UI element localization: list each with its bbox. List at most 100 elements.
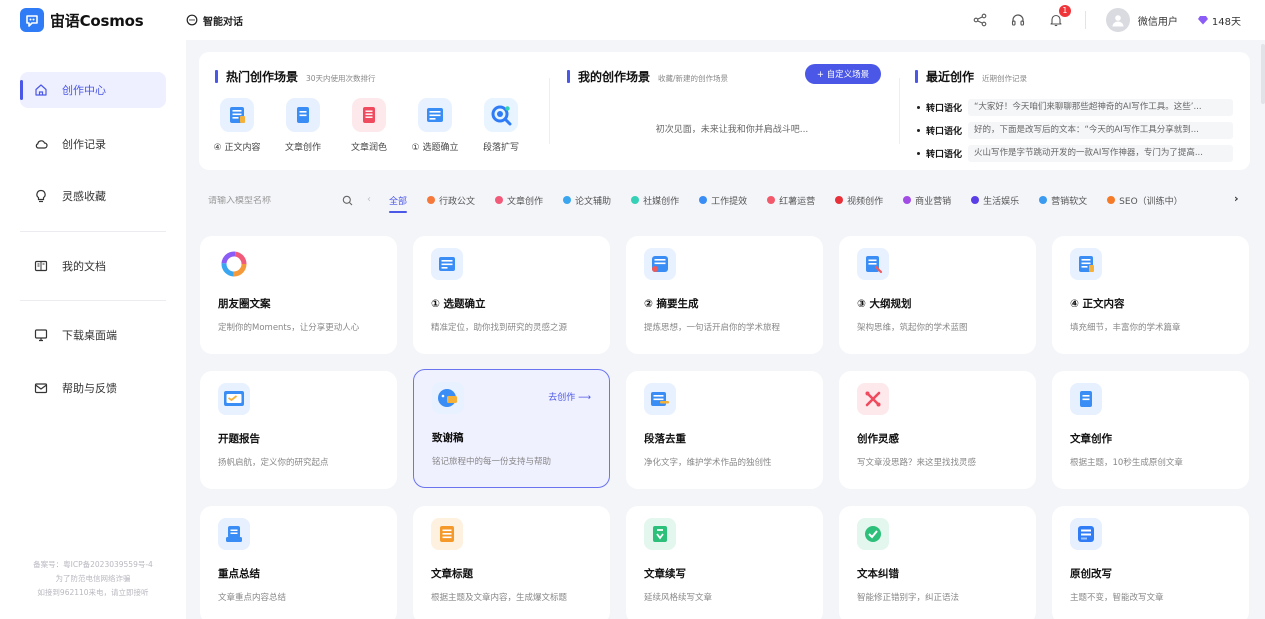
panel-divider (899, 78, 900, 144)
category-tab[interactable]: 商业营销 (903, 193, 951, 207)
card-title: 文章创作 (1070, 433, 1112, 445)
category-tab[interactable]: 文章创作 (495, 193, 543, 207)
card-desc: 扬帆启航，定义你的研究起点 (218, 458, 329, 468)
scene-card[interactable]: 原创改写 主题不变，智能改写文章 (1052, 506, 1249, 619)
scene-card[interactable]: 文本纠错 智能修正错别字，纠正语法 (839, 506, 1036, 619)
report-icon (218, 383, 250, 415)
thanks-icon (432, 382, 464, 414)
panel-divider (549, 78, 550, 144)
sidebar-item-favorites[interactable]: 灵感收藏 (20, 178, 166, 214)
category-tabs: 全部 行政公文 文章创作 论文辅助 社媒创作 工作提效 红薯运营 视频创作 商业… (389, 193, 1183, 213)
sidebar-divider (20, 231, 166, 232)
card-desc: 架构思维，筑起你的学术蓝图 (857, 323, 968, 333)
hot-scene-item[interactable]: ① 选题确立 (411, 98, 459, 153)
scene-card[interactable]: ② 摘要生成 提炼思想，一句话开启你的学术旅程 (626, 236, 823, 354)
book-icon (34, 260, 48, 272)
category-tab[interactable]: 红薯运营 (767, 193, 815, 207)
hot-scene-item[interactable]: 文章创作 (279, 98, 327, 153)
card-title: 文章标题 (431, 568, 473, 580)
sidebar-item-my-docs[interactable]: 我的文档 (20, 248, 166, 284)
document-icon (644, 248, 676, 280)
icp-notice: 备案号：粤ICP备2023039559号-4 为了防范电信网络诈骗 如接到962… (14, 558, 172, 600)
category-tab[interactable]: 工作提效 (699, 193, 747, 207)
category-tab[interactable]: 行政公文 (427, 193, 475, 207)
category-tab[interactable]: SEO（训练中） (1107, 193, 1183, 207)
sidebar-item-help[interactable]: 帮助与反馈 (20, 370, 166, 406)
icp-line[interactable]: 备案号：粤ICP备2023039559号-4 (14, 558, 172, 572)
dot-icon (971, 196, 980, 204)
scene-card[interactable]: 创作灵感 写文章没思路？来这里找找灵感 (839, 371, 1036, 489)
user-menu[interactable]: 微信用户 (1105, 8, 1178, 32)
rewrite-icon (1070, 518, 1102, 550)
scene-card[interactable]: 开题报告 扬帆启航，定义你的研究起点 (200, 371, 397, 489)
card-desc: 精准定位，助你找到研究的灵感之源 (431, 323, 568, 333)
scene-card[interactable]: 文章创作 根据主题，10秒生成原创文章 (1052, 371, 1249, 489)
avatar (1105, 8, 1130, 32)
hot-scene-item[interactable]: 文章润色 (345, 98, 393, 153)
card-desc: 根据主题，10秒生成原创文章 (1070, 458, 1183, 468)
icp-line: 为了防范电信网络诈骗 (55, 574, 131, 583)
document-icon (857, 248, 889, 280)
share-icon[interactable] (971, 11, 989, 29)
bell-icon[interactable]: 1 (1047, 5, 1071, 29)
category-tab[interactable]: 营销软文 (1039, 193, 1087, 207)
search-input[interactable] (208, 196, 332, 206)
sidebar-item-download[interactable]: 下载桌面端 (20, 317, 166, 353)
search-icon[interactable] (342, 195, 353, 206)
chevron-left-icon[interactable]: ‹ (367, 194, 371, 205)
hot-scene-item[interactable]: 段落扩写 (477, 98, 525, 153)
recent-item[interactable]: 转口语化 “大家好！今天咱们来聊聊那些超神奇的AI写作工具。这些’... (915, 96, 1233, 119)
dot-icon (563, 196, 572, 204)
scene-card[interactable]: 文章续写 延续风格续写文章 (626, 506, 823, 619)
sidebar: 创作中心 创作记录 灵感收藏 我的文档 下载桌面端 帮助与反馈 备案号：粤ICP… (0, 40, 186, 619)
recent-item[interactable]: 转口语化 火山写作是字节跳动开发的一款AI写作神器，专门为了提高... (915, 142, 1233, 165)
card-desc: 填充细节，丰富你的学术篇章 (1070, 323, 1181, 333)
dot-icon (835, 196, 844, 204)
sidebar-item-creation-center[interactable]: 创作中心 (20, 72, 166, 108)
brand-name: 宙语Cosmos (50, 11, 144, 30)
chevron-right-icon[interactable]: › (1234, 192, 1239, 205)
scene-card[interactable]: ④ 正文内容 填充细节，丰富你的学术篇章 (1052, 236, 1249, 354)
scene-card[interactable]: 重点总结 文章重点内容总结 (200, 506, 397, 619)
divider (1084, 11, 1086, 29)
vip-badge[interactable]: 148天 (1197, 13, 1241, 28)
recent-item[interactable]: 转口语化 好的，下面是改写后的文本：“今天的AI写作工具分享就到... (915, 119, 1233, 142)
go-create-link[interactable]: 去创作 ⟶ (548, 390, 591, 403)
category-tab[interactable]: 生活娱乐 (971, 193, 1019, 207)
category-tab[interactable]: 全部 (389, 193, 408, 213)
top-bar: 宙语Cosmos 智能对话 1 微信用户 148天 (0, 0, 1265, 40)
scene-card-highlighted[interactable]: 去创作 ⟶ 致谢稿 铭记旅程中的每一份支持与帮助 (413, 369, 610, 488)
add-custom-scene-button[interactable]: + 自定义场景 (805, 64, 881, 84)
dot-icon (1107, 196, 1116, 204)
chat-tab[interactable]: 智能对话 (186, 13, 243, 28)
headset-icon[interactable] (1009, 11, 1027, 29)
notification-badge: 1 (1058, 5, 1071, 17)
sidebar-item-label: 创作中心 (62, 84, 106, 97)
hot-scene-item[interactable]: ④ 正文内容 (213, 98, 261, 153)
card-title: 文本纠错 (857, 568, 899, 580)
card-title: 创作灵感 (857, 433, 899, 445)
sidebar-item-history[interactable]: 创作记录 (20, 126, 166, 162)
scrollbar[interactable] (1261, 44, 1265, 104)
scene-card[interactable]: 段落去重 净化文字，维护学术作品的独创性 (626, 371, 823, 489)
ring-icon (218, 248, 250, 280)
dot-icon (495, 196, 504, 204)
category-tab[interactable]: 视频创作 (835, 193, 883, 207)
chat-tab-label: 智能对话 (203, 16, 243, 28)
sidebar-item-label: 下载桌面端 (62, 329, 117, 342)
card-title: 段落去重 (644, 433, 686, 445)
hot-section-title: 热门创作场景 30天内使用次数排行 (215, 68, 376, 85)
card-desc: 智能修正错别字，纠正语法 (857, 593, 960, 603)
category-tab[interactable]: 社媒创作 (631, 193, 679, 207)
scene-card[interactable]: ③ 大纲规划 架构思维，筑起你的学术蓝图 (839, 236, 1036, 354)
card-title: 开题报告 (218, 433, 260, 445)
brand[interactable]: 宙语Cosmos (0, 8, 186, 32)
scene-card[interactable]: 文章标题 根据主题及文章内容，生成爆文标题 (413, 506, 610, 619)
diamond-icon (1197, 16, 1208, 25)
model-search (201, 190, 357, 212)
dot-icon (1039, 196, 1048, 204)
scene-card[interactable]: 朋友圈文案 定制你的Moments，让分享更动人心 (200, 236, 397, 354)
category-tab[interactable]: 论文辅助 (563, 193, 611, 207)
scene-card[interactable]: ① 选题确立 精准定位，助你找到研究的灵感之源 (413, 236, 610, 354)
card-title: ④ 正文内容 (1070, 298, 1125, 310)
